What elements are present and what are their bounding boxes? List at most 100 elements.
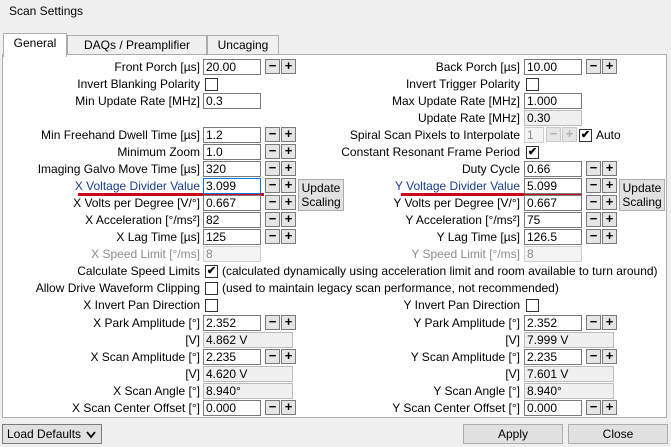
invert-trigger-checkbox[interactable] (526, 78, 539, 91)
duty-cycle-input[interactable]: 0.66 (524, 161, 582, 177)
general-panel: Front Porch [µs] 20.00 − + Back Porch [µ… (2, 54, 667, 418)
x-voltage-divider-input[interactable]: 3.099 (203, 178, 261, 194)
min-freehand-dwell-increment-button[interactable]: + (281, 127, 296, 142)
x-scan-amplitude-input[interactable]: 2.235 (203, 349, 261, 365)
y-scan-amplitude-input[interactable]: 2.235 (524, 349, 582, 365)
allow-drive-clipping-checkbox[interactable] (205, 282, 218, 295)
x-update-scaling-button[interactable]: Update Scaling (298, 179, 344, 211)
x-park-amplitude-input[interactable]: 2.352 (203, 315, 261, 331)
x-speed-limit-input[interactable]: 8 (203, 246, 261, 262)
x-acceleration-increment-button[interactable]: + (281, 212, 296, 227)
back-porch-label: Back Porch [µs] (435, 60, 520, 74)
calculate-speed-limits-label: Calculate Speed Limits (77, 264, 200, 278)
duty-cycle-increment-button[interactable]: + (602, 161, 617, 176)
y-lag-time-decrement-button[interactable]: − (586, 229, 601, 244)
back-porch-input[interactable]: 10.00 (524, 59, 582, 75)
back-porch-increment-button[interactable]: + (602, 59, 617, 74)
x-volts-per-degree-decrement-button[interactable]: − (265, 195, 280, 210)
y-voltage-divider-input[interactable]: 5.099 (524, 178, 582, 194)
x-voltage-divider-increment-button[interactable]: + (281, 178, 296, 193)
tab-daqs-preamplifier[interactable]: DAQs / Preamplifier (67, 35, 207, 55)
x-volts-per-degree-label: X Volts per Degree [V/°] (73, 196, 200, 210)
imaging-galvo-move-increment-button[interactable]: + (281, 161, 296, 176)
min-freehand-dwell-label: Min Freehand Dwell Time [µs] (41, 128, 200, 142)
x-volts-per-degree-increment-button[interactable]: + (281, 195, 296, 210)
x-lag-time-decrement-button[interactable]: − (265, 229, 280, 244)
y-volts-per-degree-increment-button[interactable]: + (602, 195, 617, 210)
x-update-scaling-line2: Scaling (301, 195, 341, 209)
minimum-zoom-increment-button[interactable]: + (281, 144, 296, 159)
x-park-amplitude-decrement-button[interactable]: − (265, 315, 280, 330)
update-rate-label: Update Rate [MHz] (417, 111, 520, 125)
x-lag-time-increment-button[interactable]: + (281, 229, 296, 244)
close-button[interactable]: Close (568, 424, 668, 444)
front-porch-increment-button[interactable]: + (281, 59, 296, 74)
x-scan-center-offset-input[interactable]: 0.000 (203, 400, 261, 416)
x-scan-center-offset-increment-button[interactable]: + (281, 400, 296, 415)
tab-general[interactable]: General (3, 33, 67, 57)
back-porch-decrement-button[interactable]: − (586, 59, 601, 74)
apply-button[interactable]: Apply (463, 424, 563, 444)
x-acceleration-input[interactable]: 82 (203, 212, 261, 228)
y-voltage-divider-label: Y Voltage Divider Value (395, 179, 520, 193)
x-park-volt-label: [V] (185, 333, 200, 347)
y-volts-per-degree-input[interactable]: 0.667 (524, 195, 582, 211)
y-invert-pan-checkbox[interactable] (526, 299, 539, 312)
invert-blanking-checkbox[interactable] (205, 78, 218, 91)
imaging-galvo-move-decrement-button[interactable]: − (265, 161, 280, 176)
min-update-rate-input[interactable]: 0.3 (203, 93, 261, 109)
x-scan-amplitude-increment-button[interactable]: + (281, 349, 296, 364)
constant-resonant-checkbox[interactable]: ✔ (526, 146, 539, 159)
allow-drive-clipping-note: (used to maintain legacy scan performanc… (222, 281, 559, 295)
x-invert-pan-checkbox[interactable] (205, 299, 218, 312)
tab-uncaging[interactable]: Uncaging (207, 35, 279, 55)
calculate-speed-limits-checkbox[interactable]: ✔ (205, 265, 218, 278)
y-voltage-divider-decrement-button[interactable]: − (586, 178, 601, 193)
x-acceleration-decrement-button[interactable]: − (265, 212, 280, 227)
x-park-amplitude-increment-button[interactable]: + (281, 315, 296, 330)
x-scan-angle-label: X Scan Angle [°] (113, 384, 200, 398)
y-park-amplitude-decrement-button[interactable]: − (586, 315, 601, 330)
min-freehand-dwell-input[interactable]: 1.2 (203, 127, 261, 143)
y-speed-limit-input[interactable]: 8 (524, 246, 582, 262)
minimum-zoom-decrement-button[interactable]: − (265, 144, 280, 159)
y-scan-angle-label: Y Scan Angle [°] (433, 384, 520, 398)
min-freehand-dwell-decrement-button[interactable]: − (265, 127, 280, 142)
y-voltage-divider-increment-button[interactable]: + (602, 178, 617, 193)
x-voltage-divider-decrement-button[interactable]: − (265, 178, 280, 193)
spiral-pixels-increment-button[interactable]: + (562, 127, 577, 142)
x-scan-amplitude-decrement-button[interactable]: − (265, 349, 280, 364)
y-update-scaling-line2: Scaling (622, 195, 662, 209)
y-lag-time-increment-button[interactable]: + (602, 229, 617, 244)
y-scan-amplitude-increment-button[interactable]: + (602, 349, 617, 364)
y-lag-time-input[interactable]: 126.5 (524, 229, 582, 245)
duty-cycle-decrement-button[interactable]: − (586, 161, 601, 176)
spiral-pixels-input[interactable]: 1 (524, 127, 544, 143)
y-update-scaling-button[interactable]: Update Scaling (619, 179, 665, 211)
y-park-amplitude-increment-button[interactable]: + (602, 315, 617, 330)
front-porch-decrement-button[interactable]: − (265, 59, 280, 74)
load-defaults-dropdown[interactable]: Load Defaults (2, 424, 102, 444)
x-volts-per-degree-input[interactable]: 0.667 (203, 195, 261, 211)
y-scan-amplitude-decrement-button[interactable]: − (586, 349, 601, 364)
y-acceleration-decrement-button[interactable]: − (586, 212, 601, 227)
x-park-volt-value: 4.862 V (203, 332, 293, 348)
y-scan-center-offset-decrement-button[interactable]: − (586, 400, 601, 415)
y-volts-per-degree-decrement-button[interactable]: − (586, 195, 601, 210)
y-acceleration-increment-button[interactable]: + (602, 212, 617, 227)
y-scan-center-offset-increment-button[interactable]: + (602, 400, 617, 415)
y-scan-center-offset-input[interactable]: 0.000 (524, 400, 582, 416)
y-park-amplitude-input[interactable]: 2.352 (524, 315, 582, 331)
spiral-auto-checkbox[interactable]: ✔ (579, 129, 592, 142)
imaging-galvo-move-label: Imaging Galvo Move Time [µs] (37, 162, 200, 176)
front-porch-input[interactable]: 20.00 (203, 59, 261, 75)
max-update-rate-input[interactable]: 1.000 (524, 93, 582, 109)
imaging-galvo-move-input[interactable]: 320 (203, 161, 261, 177)
x-lag-time-input[interactable]: 125 (203, 229, 261, 245)
x-lag-time-label: X Lag Time [µs] (116, 230, 200, 244)
y-acceleration-input[interactable]: 75 (524, 212, 582, 228)
max-update-rate-label: Max Update Rate [MHz] (391, 94, 520, 108)
spiral-pixels-decrement-button[interactable]: − (546, 127, 561, 142)
minimum-zoom-input[interactable]: 1.0 (203, 144, 261, 160)
x-scan-center-offset-decrement-button[interactable]: − (265, 400, 280, 415)
